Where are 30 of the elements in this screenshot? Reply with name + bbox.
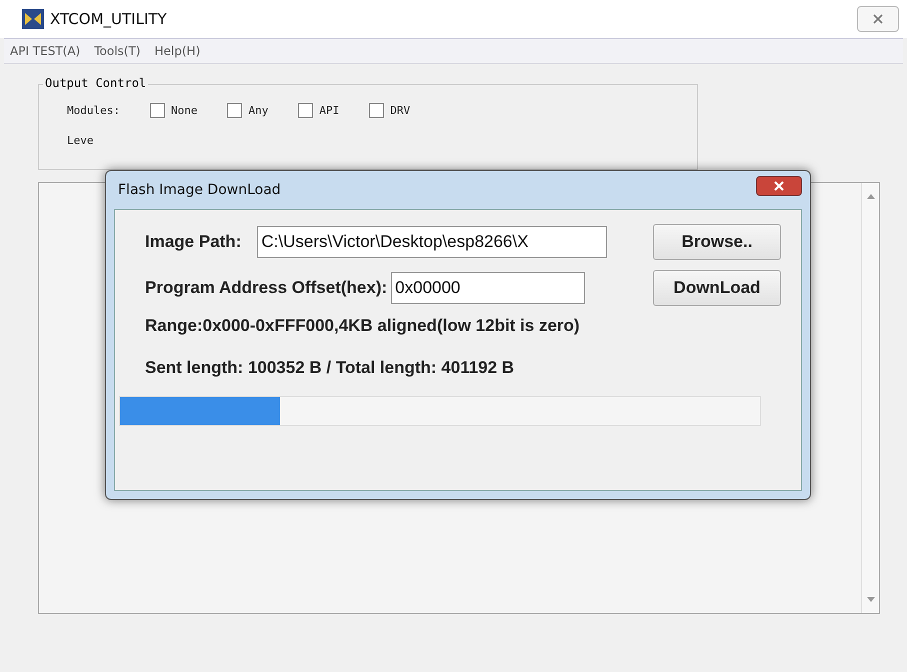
- offset-label: Program Address Offset(hex):: [145, 278, 388, 298]
- group-title: Output Control: [43, 76, 148, 90]
- menu-item[interactable]: API TEST(A): [10, 44, 80, 58]
- scroll-down-icon[interactable]: [866, 597, 874, 603]
- modules-label: Modules:: [67, 104, 120, 117]
- level-label: Leve: [67, 134, 94, 147]
- image-path-label: Image Path:: [145, 232, 242, 252]
- offset-field[interactable]: 0x00000: [391, 272, 586, 304]
- status-text: Sent length: 100352 B / Total length: 401192 B: [145, 358, 516, 378]
- checkbox[interactable]: [298, 103, 314, 118]
- close-icon: [872, 13, 884, 25]
- checkbox[interactable]: [227, 103, 242, 118]
- menu-item[interactable]: Help(H): [154, 44, 200, 58]
- app-icon: [22, 9, 44, 29]
- checkbox[interactable]: [150, 103, 165, 118]
- dialog-title: Flash Image DownLoad: [117, 182, 281, 198]
- close-button[interactable]: [756, 176, 802, 196]
- checkbox-label: API: [319, 104, 340, 117]
- menu-item[interactable]: Tools(T): [94, 44, 140, 58]
- checkbox-label: None: [170, 104, 198, 117]
- checkbox[interactable]: [369, 103, 384, 118]
- range-text: Range:0x000-0xFFF000,4KB aligned(low 12bit is zero): [145, 316, 581, 336]
- checkbox-label: Any: [248, 104, 268, 117]
- image-path-field[interactable]: C:\Users\Victor\Desktop\esp8266\X: [257, 226, 608, 258]
- download-button[interactable]: DownLoad: [653, 270, 781, 306]
- browse-button[interactable]: Browse..: [653, 224, 781, 260]
- checkbox-label: DRV: [390, 104, 410, 117]
- scroll-up-icon[interactable]: [866, 193, 874, 199]
- close-icon: [773, 181, 785, 191]
- window-title: XTCOM_UTILITY: [50, 10, 167, 28]
